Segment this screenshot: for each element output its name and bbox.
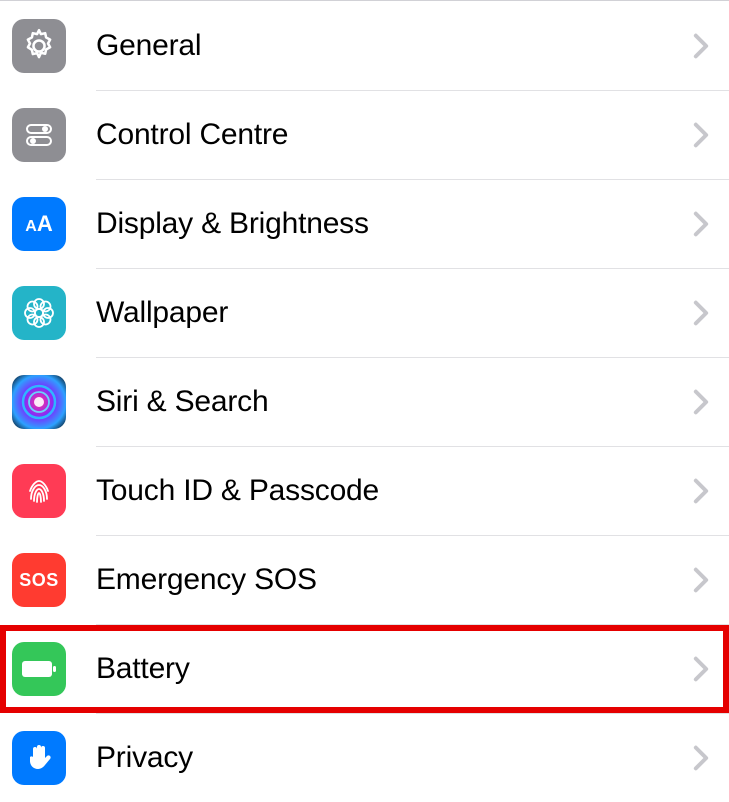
siri-icon [12, 375, 66, 429]
settings-row-general[interactable]: General [0, 2, 729, 90]
settings-row-privacy[interactable]: Privacy [0, 714, 729, 802]
settings-row-battery[interactable]: Battery [0, 625, 729, 713]
settings-row-siri-search[interactable]: Siri & Search [0, 358, 729, 446]
fingerprint-icon [12, 464, 66, 518]
settings-row-label: Emergency SOS [96, 563, 693, 597]
settings-row-label: Touch ID & Passcode [96, 474, 693, 508]
settings-row-label: Wallpaper [96, 296, 693, 330]
chevron-right-icon [693, 211, 709, 237]
settings-list: General Control Centre AA Display & Brig… [0, 1, 729, 802]
settings-row-label: Control Centre [96, 118, 693, 152]
chevron-right-icon [693, 389, 709, 415]
settings-row-label: Battery [96, 652, 693, 686]
hand-icon [12, 731, 66, 785]
sos-icon: SOS [12, 553, 66, 607]
settings-row-touch-id[interactable]: Touch ID & Passcode [0, 447, 729, 535]
text-size-icon: AA [12, 197, 66, 251]
chevron-right-icon [693, 478, 709, 504]
settings-row-display-brightness[interactable]: AA Display & Brightness [0, 180, 729, 268]
chevron-right-icon [693, 33, 709, 59]
settings-row-label: General [96, 29, 693, 63]
settings-row-label: Privacy [96, 741, 693, 775]
chevron-right-icon [693, 122, 709, 148]
chevron-right-icon [693, 745, 709, 771]
flower-icon [12, 286, 66, 340]
settings-row-control-centre[interactable]: Control Centre [0, 91, 729, 179]
settings-row-emergency-sos[interactable]: SOS Emergency SOS [0, 536, 729, 624]
chevron-right-icon [693, 656, 709, 682]
settings-row-label: Siri & Search [96, 385, 693, 419]
switches-icon [12, 108, 66, 162]
settings-row-label: Display & Brightness [96, 207, 693, 241]
battery-icon [12, 642, 66, 696]
chevron-right-icon [693, 567, 709, 593]
settings-row-wallpaper[interactable]: Wallpaper [0, 269, 729, 357]
chevron-right-icon [693, 300, 709, 326]
gear-icon [12, 19, 66, 73]
